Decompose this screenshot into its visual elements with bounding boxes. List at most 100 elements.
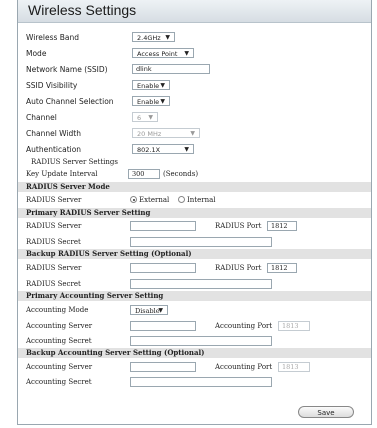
radius-mode-section: RADIUS Server Mode — [18, 182, 371, 192]
ssid-input[interactable]: dlink — [132, 64, 210, 74]
channel-width-select: 20 MHz ▼ — [132, 128, 200, 138]
accounting-port-input[interactable]: 1813 — [278, 321, 310, 331]
key-interval-unit: (Seconds) — [163, 170, 199, 178]
backup-accounting-section: Backup Accounting Server Setting (Option… — [18, 348, 371, 358]
primary-radius-server-label: RADIUS Server — [26, 222, 82, 230]
row-accounting-secret: Accounting Secret — [18, 335, 371, 347]
primary-radius-port-label: RADIUS Port — [215, 222, 262, 230]
chevron-down-icon: ▼ — [148, 114, 153, 121]
radius-server-mode-label: RADIUS Server — [26, 196, 82, 204]
accounting-mode-label: Accounting Mode — [26, 306, 89, 314]
chevron-down-icon: ▼ — [158, 307, 163, 314]
accounting-secret-input[interactable] — [130, 336, 272, 346]
primary-radius-section-title: Primary RADIUS Server Setting — [26, 208, 151, 217]
chevron-down-icon: ▼ — [165, 34, 170, 41]
ssid-visibility-label: SSID Visibility — [26, 81, 78, 90]
row-backup-radius-server: RADIUS Server RADIUS Port 1812 — [18, 262, 371, 274]
backup-accounting-section-title: Backup Accounting Server Setting (Option… — [26, 348, 205, 357]
backup-radius-port-value: 1812 — [271, 264, 288, 272]
auto-channel-select[interactable]: Enable ▼ — [132, 96, 170, 106]
panel-header: Wireless Settings — [18, 0, 371, 23]
wireless-settings-panel: Wireless Settings Wireless Band 2.4GHz ▼ … — [17, 0, 372, 425]
ssid-visibility-value: Enable — [137, 82, 160, 90]
authentication-select[interactable]: 802.1X ▼ — [132, 144, 194, 154]
primary-accounting-section-title: Primary Accounting Server Setting — [26, 291, 164, 300]
key-interval-label: Key Update Interval — [26, 170, 98, 178]
backup-radius-secret-label: RADIUS Secret — [26, 280, 81, 288]
authentication-value: 802.1X — [137, 146, 161, 154]
primary-accounting-section: Primary Accounting Server Setting — [18, 291, 371, 301]
mode-select[interactable]: Access Point ▼ — [132, 48, 194, 58]
ssid-visibility-select[interactable]: Enable ▼ — [132, 80, 170, 90]
radius-internal-label: Internal — [187, 196, 216, 204]
accounting-mode-value: Disable — [135, 307, 160, 315]
backup-radius-port-label: RADIUS Port — [215, 264, 262, 272]
accounting-server-input[interactable] — [130, 321, 196, 331]
radius-settings-title: RADIUS Server Settings — [31, 158, 118, 166]
accounting-port-value: 1813 — [282, 322, 299, 330]
row-radius-server-mode: RADIUS Server External Internal — [18, 194, 371, 206]
primary-radius-section: Primary RADIUS Server Setting — [18, 208, 371, 218]
backup-accounting-port-value: 1813 — [282, 363, 299, 371]
radius-mode-section-title: RADIUS Server Mode — [26, 182, 110, 191]
chevron-down-icon: ▼ — [184, 146, 189, 153]
accounting-secret-label: Accounting Secret — [26, 337, 92, 345]
radius-internal-option[interactable]: Internal — [178, 196, 216, 204]
backup-accounting-secret-label: Accounting Secret — [26, 378, 92, 386]
chevron-down-icon: ▼ — [160, 82, 165, 89]
save-button[interactable]: Save — [298, 406, 354, 418]
wireless-band-select[interactable]: 2.4GHz ▼ — [132, 32, 175, 42]
backup-radius-section: Backup RADIUS Server Setting (Optional) — [18, 249, 371, 259]
row-ssid: Network Name (SSID) dlink — [18, 63, 371, 75]
radio-external-icon[interactable] — [130, 196, 137, 203]
channel-value: 6 — [137, 114, 142, 122]
row-mode: Mode Access Point ▼ — [18, 47, 371, 59]
accounting-mode-select[interactable]: Disable ▼ — [130, 305, 168, 315]
channel-width-label: Channel Width — [26, 129, 81, 138]
backup-accounting-port-label: Accounting Port — [215, 363, 273, 371]
row-primary-radius-server: RADIUS Server RADIUS Port 1812 — [18, 220, 371, 232]
row-primary-radius-secret: RADIUS Secret — [18, 236, 371, 248]
accounting-server-label: Accounting Server — [26, 322, 93, 330]
primary-radius-port-input[interactable]: 1812 — [267, 221, 297, 231]
row-channel: Channel 6 ▼ — [18, 111, 371, 123]
row-accounting-mode: Accounting Mode Disable ▼ — [18, 304, 371, 316]
channel-width-value: 20 MHz — [137, 130, 162, 138]
backup-radius-secret-input[interactable] — [130, 279, 272, 289]
row-wireless-band: Wireless Band 2.4GHz ▼ — [18, 31, 371, 43]
backup-radius-server-label: RADIUS Server — [26, 264, 82, 272]
row-backup-accounting-secret: Accounting Secret — [18, 376, 371, 388]
ssid-label: Network Name (SSID) — [26, 65, 108, 74]
auto-channel-label: Auto Channel Selection — [26, 97, 114, 106]
row-backup-accounting-server: Accounting Server Accounting Port 1813 — [18, 361, 371, 373]
primary-radius-secret-input[interactable] — [130, 237, 272, 247]
backup-accounting-secret-input[interactable] — [130, 377, 272, 387]
backup-radius-server-input[interactable] — [130, 263, 196, 273]
wireless-band-label: Wireless Band — [26, 33, 80, 42]
radio-internal-icon[interactable] — [178, 196, 185, 203]
radius-external-option[interactable]: External — [130, 196, 169, 204]
primary-radius-port-value: 1812 — [271, 222, 288, 230]
row-key-interval: Key Update Interval 300 (Seconds) — [18, 168, 371, 180]
backup-accounting-server-input[interactable] — [130, 362, 196, 372]
row-backup-radius-secret: RADIUS Secret — [18, 278, 371, 290]
page-title: Wireless Settings — [28, 2, 137, 18]
chevron-down-icon: ▼ — [190, 130, 195, 137]
radius-external-label: External — [139, 196, 170, 204]
channel-label: Channel — [26, 113, 57, 122]
backup-radius-port-input[interactable]: 1812 — [267, 263, 297, 273]
chevron-down-icon: ▼ — [184, 50, 189, 57]
accounting-port-label: Accounting Port — [215, 322, 273, 330]
row-ssid-visibility: SSID Visibility Enable ▼ — [18, 79, 371, 91]
ssid-value: dlink — [136, 65, 152, 73]
mode-label: Mode — [26, 49, 47, 58]
channel-select: 6 ▼ — [132, 112, 158, 122]
key-interval-input[interactable]: 300 — [128, 169, 160, 179]
row-accounting-server: Accounting Server Accounting Port 1813 — [18, 320, 371, 332]
mode-value: Access Point — [137, 50, 178, 58]
row-channel-width: Channel Width 20 MHz ▼ — [18, 127, 371, 139]
primary-radius-server-input[interactable] — [130, 221, 196, 231]
backup-accounting-port-input[interactable]: 1813 — [278, 362, 310, 372]
authentication-label: Authentication — [26, 145, 82, 154]
primary-radius-secret-label: RADIUS Secret — [26, 238, 81, 246]
